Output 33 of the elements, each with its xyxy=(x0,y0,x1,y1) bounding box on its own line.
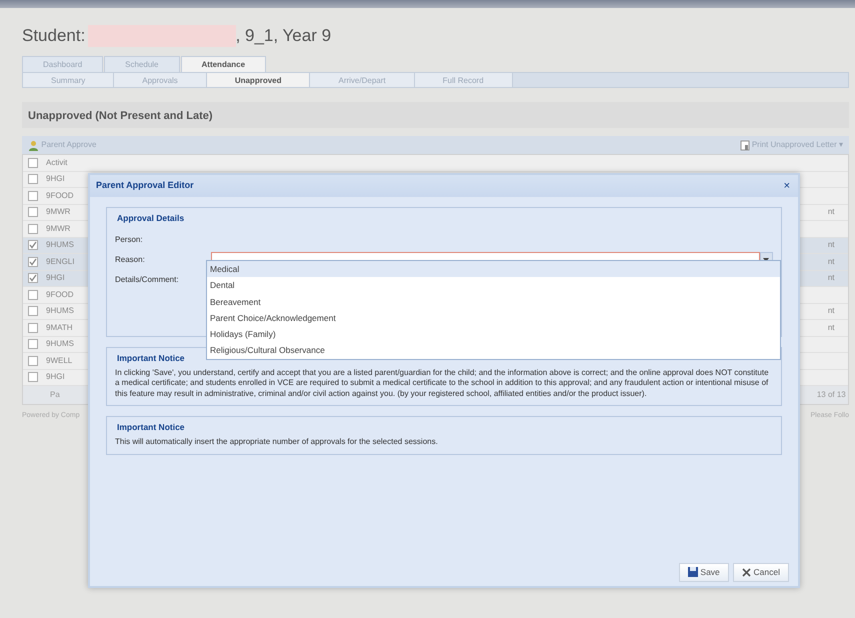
dialog-title: Parent Approval Editor xyxy=(96,179,194,192)
student-label: Student: xyxy=(22,25,86,48)
table-cell: 9FOOD xyxy=(46,190,74,202)
table-cell: 9ENGLI xyxy=(46,256,74,268)
notice-text: This will automatically insert the appropriate number of approvals for the selected sessions. xyxy=(115,437,439,448)
field-label: Reason: xyxy=(115,254,146,266)
table-cell: 9HUMS xyxy=(46,305,74,318)
table-cell: nt xyxy=(828,322,834,334)
table-cell: nt xyxy=(828,206,834,218)
table-cell: 9HUMS xyxy=(46,239,74,252)
table-cell: 9MWR xyxy=(46,206,70,218)
table-cell: nt xyxy=(828,256,834,268)
table-cell: 9HGI xyxy=(46,173,65,186)
section-legend: Important Notice xyxy=(115,352,187,365)
panel-title: Unapproved (Not Present and Late) xyxy=(22,102,849,128)
table-cell: 9HUMS xyxy=(46,338,74,350)
table-cell: nt xyxy=(828,305,834,318)
table-cell: 9MWR xyxy=(46,222,70,235)
page-count: 13 of 13 xyxy=(816,389,846,401)
pager-label: Pa xyxy=(50,389,60,401)
table-cell: nt xyxy=(828,239,834,252)
notice-text: In clicking 'Save', you understand, certify and accept that you are a listed parent/guardian for the child; and the information above is correct; and the online approval does NOT constitute a medical certificate; and students enrolled in VCE are required to submit a medical certificate to the school in addition to this approval; and any fraudulent action or intentional misuse of this feature may result in administrative, criminal and/or civil action against you. (by your registered school, affiliated entities and/or the product issuer). xyxy=(115,368,770,400)
table-cell: 9FOOD xyxy=(46,288,74,301)
table-cell: 9HGI xyxy=(46,272,65,284)
table-cell: 9MATH xyxy=(46,322,73,334)
column-header: Activit xyxy=(46,156,68,169)
table-cell: 9HGI xyxy=(46,371,65,384)
table-cell: 9WELL xyxy=(46,354,72,367)
field-label: Person: xyxy=(115,234,144,246)
section-legend: Approval Details xyxy=(115,212,186,225)
table-cell: nt xyxy=(828,272,834,284)
section-legend: Important Notice xyxy=(115,421,187,434)
student-info: , 9_1, Year 9 xyxy=(236,25,332,48)
